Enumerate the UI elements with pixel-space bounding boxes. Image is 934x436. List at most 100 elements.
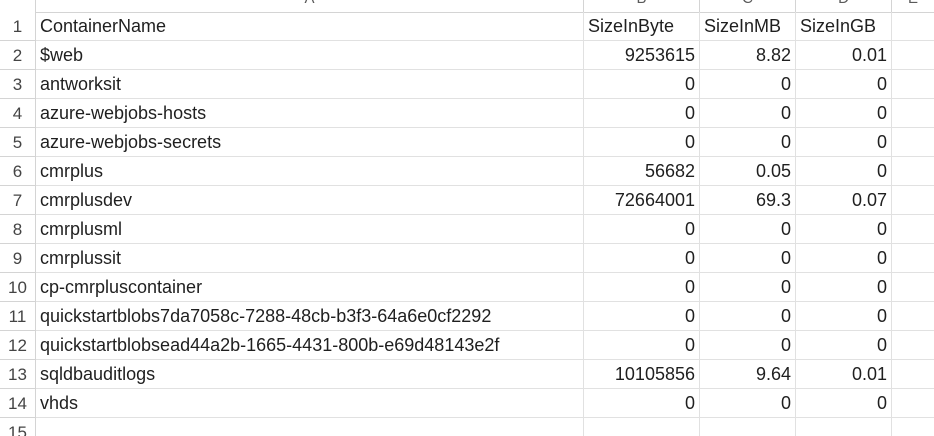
row-number[interactable]: 2	[0, 41, 36, 70]
row-number[interactable]: 5	[0, 128, 36, 157]
column-header-d[interactable]: D	[796, 0, 892, 12]
cell-size-in-gb[interactable]	[796, 418, 892, 436]
cell-container-name[interactable]	[36, 418, 584, 436]
cell-size-in-byte[interactable]: 0	[584, 389, 700, 418]
cell-empty[interactable]	[892, 70, 934, 99]
cell-size-in-mb[interactable]: 0	[700, 331, 796, 360]
row-number[interactable]: 7	[0, 186, 36, 215]
cell-size-in-gb[interactable]: 0	[796, 389, 892, 418]
cell-container-name[interactable]: antworksit	[36, 70, 584, 99]
cell-empty[interactable]	[892, 244, 934, 273]
cell-size-in-byte[interactable]: 0	[584, 331, 700, 360]
cell-size-in-byte[interactable]	[584, 418, 700, 436]
row-number[interactable]: 14	[0, 389, 36, 418]
cell-size-in-gb[interactable]: 0	[796, 99, 892, 128]
header-cell-container-name[interactable]: ContainerName	[36, 12, 584, 41]
cell-size-in-mb[interactable]: 0	[700, 128, 796, 157]
cell-container-name[interactable]: quickstartblobs7da7058c-7288-48cb-b3f3-6…	[36, 302, 584, 331]
cell-container-name[interactable]: cmrplusml	[36, 215, 584, 244]
table-row: 3 antworksit 0 0 0	[0, 70, 934, 99]
cell-size-in-mb[interactable]: 0	[700, 389, 796, 418]
cell-size-in-byte[interactable]: 56682	[584, 157, 700, 186]
cell-container-name[interactable]: vhds	[36, 389, 584, 418]
table-row: 12 quickstartblobsead44a2b-1665-4431-800b…	[0, 331, 934, 360]
cell-size-in-byte[interactable]: 0	[584, 244, 700, 273]
row-number[interactable]: 8	[0, 215, 36, 244]
cell-empty[interactable]	[892, 186, 934, 215]
cell-empty[interactable]	[892, 99, 934, 128]
header-cell-empty[interactable]	[892, 12, 934, 41]
cell-size-in-gb[interactable]: 0.01	[796, 360, 892, 389]
cell-container-name[interactable]: cmrplusdev	[36, 186, 584, 215]
row-number[interactable]: 12	[0, 331, 36, 360]
cell-container-name[interactable]: cp-cmrpluscontainer	[36, 273, 584, 302]
cell-container-name[interactable]: quickstartblobsead44a2b-1665-4431-800b-e…	[36, 331, 584, 360]
cell-size-in-mb[interactable]: 0	[700, 302, 796, 331]
cell-size-in-mb[interactable]: 0	[700, 215, 796, 244]
cell-size-in-mb[interactable]: 69.3	[700, 186, 796, 215]
header-cell-size-in-mb[interactable]: SizeInMB	[700, 12, 796, 41]
cell-size-in-mb[interactable]: 0	[700, 273, 796, 302]
cell-size-in-mb[interactable]: 9.64	[700, 360, 796, 389]
row-number[interactable]: 9	[0, 244, 36, 273]
cell-size-in-byte[interactable]: 0	[584, 215, 700, 244]
header-cell-size-in-gb[interactable]: SizeInGB	[796, 12, 892, 41]
cell-empty[interactable]	[892, 418, 934, 436]
cell-size-in-mb[interactable]: 8.82	[700, 41, 796, 70]
table-row: 10 cp-cmrpluscontainer 0 0 0	[0, 273, 934, 302]
cell-size-in-mb[interactable]: 0	[700, 99, 796, 128]
cell-size-in-mb[interactable]: 0	[700, 70, 796, 99]
row-number[interactable]: 3	[0, 70, 36, 99]
column-header-b[interactable]: B	[584, 0, 700, 12]
cell-size-in-gb[interactable]: 0	[796, 157, 892, 186]
cell-size-in-gb[interactable]: 0	[796, 215, 892, 244]
row-number[interactable]: 15	[0, 418, 36, 436]
cell-empty[interactable]	[892, 302, 934, 331]
row-number[interactable]: 13	[0, 360, 36, 389]
cell-size-in-byte[interactable]: 0	[584, 70, 700, 99]
cell-empty[interactable]	[892, 360, 934, 389]
select-all-corner[interactable]	[0, 0, 36, 12]
cell-empty[interactable]	[892, 389, 934, 418]
column-header-e[interactable]: E	[892, 0, 934, 12]
row-number[interactable]: 1	[0, 12, 36, 41]
cell-container-name[interactable]: azure-webjobs-hosts	[36, 99, 584, 128]
cell-size-in-byte[interactable]: 0	[584, 99, 700, 128]
cell-empty[interactable]	[892, 157, 934, 186]
cell-container-name[interactable]: cmrplussit	[36, 244, 584, 273]
cell-size-in-byte[interactable]: 10105856	[584, 360, 700, 389]
cell-size-in-mb[interactable]	[700, 418, 796, 436]
cell-size-in-byte[interactable]: 0	[584, 128, 700, 157]
table-row: 2 $web 9253615 8.82 0.01	[0, 41, 934, 70]
cell-size-in-byte[interactable]: 9253615	[584, 41, 700, 70]
row-number[interactable]: 11	[0, 302, 36, 331]
cell-size-in-mb[interactable]: 0.05	[700, 157, 796, 186]
row-number[interactable]: 4	[0, 99, 36, 128]
cell-size-in-gb[interactable]: 0	[796, 70, 892, 99]
cell-container-name[interactable]: $web	[36, 41, 584, 70]
cell-size-in-byte[interactable]: 72664001	[584, 186, 700, 215]
cell-size-in-gb[interactable]: 0	[796, 244, 892, 273]
cell-container-name[interactable]: azure-webjobs-secrets	[36, 128, 584, 157]
cell-empty[interactable]	[892, 41, 934, 70]
cell-size-in-byte[interactable]: 0	[584, 273, 700, 302]
cell-size-in-byte[interactable]: 0	[584, 302, 700, 331]
cell-container-name[interactable]: cmrplus	[36, 157, 584, 186]
header-cell-size-in-byte[interactable]: SizeInByte	[584, 12, 700, 41]
row-number[interactable]: 6	[0, 157, 36, 186]
cell-size-in-gb[interactable]: 0	[796, 302, 892, 331]
cell-size-in-mb[interactable]: 0	[700, 244, 796, 273]
cell-container-name[interactable]: sqldbauditlogs	[36, 360, 584, 389]
cell-empty[interactable]	[892, 273, 934, 302]
row-number[interactable]: 10	[0, 273, 36, 302]
cell-size-in-gb[interactable]: 0.07	[796, 186, 892, 215]
column-header-c[interactable]: C	[700, 0, 796, 12]
column-header-a[interactable]: A	[36, 0, 584, 12]
cell-size-in-gb[interactable]: 0	[796, 128, 892, 157]
cell-size-in-gb[interactable]: 0	[796, 273, 892, 302]
cell-empty[interactable]	[892, 128, 934, 157]
cell-size-in-gb[interactable]: 0.01	[796, 41, 892, 70]
cell-empty[interactable]	[892, 215, 934, 244]
cell-size-in-gb[interactable]: 0	[796, 331, 892, 360]
cell-empty[interactable]	[892, 331, 934, 360]
